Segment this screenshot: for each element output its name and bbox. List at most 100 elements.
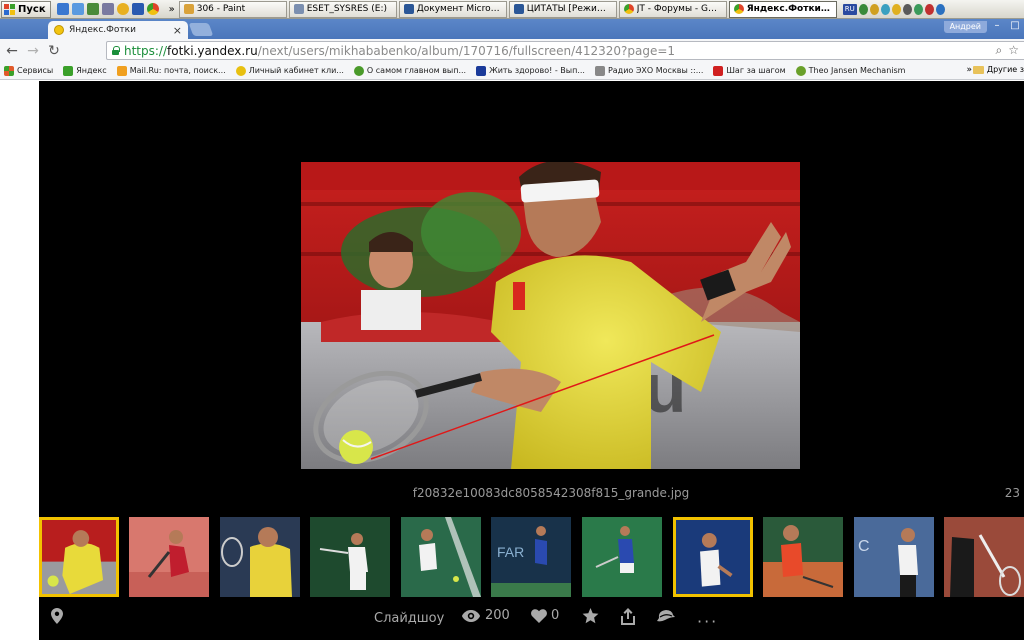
thumbnail[interactable] [401, 517, 481, 597]
bookmark-health-show[interactable]: О самом главном вып... [353, 65, 466, 76]
chrome-icon[interactable] [146, 3, 159, 15]
thumbnail-image: C [854, 517, 934, 597]
tray-icon-5[interactable] [902, 3, 912, 15]
forward-arrow-icon[interactable]: → [24, 43, 42, 59]
lock-icon [111, 46, 120, 55]
profile-button[interactable]: Андрей [943, 21, 987, 33]
thumbnail[interactable] [220, 517, 300, 597]
folder-icon [972, 65, 984, 74]
tray-icon-1[interactable] [858, 3, 868, 15]
bookmark-cabinet[interactable]: Личный кабинет кли... [235, 65, 344, 76]
thumbnail-image [129, 517, 209, 597]
bookmark-step-by-step[interactable]: Шаг за шагом [713, 65, 786, 76]
thumbnail[interactable]: FAR [491, 517, 571, 597]
system-tray: RU [842, 3, 945, 15]
windows-taskbar: Пуск » 306 - Paint ESET_SYSRES (E:) Доку… [0, 0, 1024, 19]
taskbar-item-label: ЦИТАТЫ [Режим огра... [526, 4, 612, 14]
photo-viewer: bu f20832e10083dc8058542308f815_grande.j… [39, 81, 1024, 640]
quick-launch [56, 3, 159, 15]
tray-icon-3[interactable] [880, 3, 890, 15]
bookmark-echo-radio[interactable]: Радио ЭХО Москвы ::... [594, 65, 703, 76]
yandex-icon [63, 65, 74, 76]
windows-flag-icon [4, 3, 15, 15]
like-button[interactable]: 0 [531, 608, 559, 623]
thumbnail[interactable] [944, 517, 1024, 597]
viewer-bottom-bar: Слайдшоу 200 0 ··· [39, 606, 1024, 636]
taskbar-item-paint[interactable]: 306 - Paint [178, 0, 287, 18]
page-left-margin [0, 81, 39, 640]
word-icon [513, 4, 524, 14]
address-bar[interactable]: https:// fotki.yandex.ru /next/users/mik… [106, 41, 1024, 60]
bookmark-yandex[interactable]: Яндекс [63, 65, 107, 76]
bookmark-live-healthy[interactable]: Жить здорово! - Вып... [476, 65, 585, 76]
language-indicator[interactable]: RU [842, 3, 857, 15]
opera-icon[interactable] [116, 3, 129, 15]
tray-icon-2[interactable] [869, 3, 879, 15]
thumbnail-image [944, 517, 1024, 597]
windows-icon[interactable] [131, 3, 144, 15]
views-counter: 200 [462, 608, 510, 623]
taskbar-item-yandex-fotki[interactable]: Яндекс.Фотки - Go... [728, 0, 837, 18]
url-path: /next/users/mikhababenko/album/170716/fu… [257, 43, 676, 58]
reload-icon[interactable]: ↻ [45, 43, 63, 59]
tab-yandex-fotki[interactable]: Яндекс.Фотки × [48, 21, 188, 39]
quick-launch-more[interactable]: » [169, 4, 175, 15]
main-photo[interactable]: bu [301, 162, 800, 469]
bookmark-star-icon[interactable]: ☆ [1008, 43, 1019, 58]
taskbar-item-quotes-doc[interactable]: ЦИТАТЫ [Режим огра... [508, 0, 617, 18]
yandex-favicon-icon [54, 25, 64, 35]
thumbnail-image: FAR [491, 517, 571, 597]
gear-icon [795, 65, 806, 76]
other-bookmarks-folder[interactable]: Другие з [972, 65, 1024, 74]
back-arrow-icon[interactable]: ← [3, 43, 21, 59]
thumbnail-selected[interactable] [39, 517, 119, 597]
maximize-button[interactable]: □ [1006, 19, 1024, 34]
browser-icon[interactable] [71, 3, 84, 15]
taskbar-item-word-doc[interactable]: Документ Microsoft O... [398, 0, 507, 18]
share-icon[interactable] [621, 608, 635, 625]
bookmark-mailru[interactable]: Mail.Ru: почта, поиск... [116, 65, 226, 76]
omnibox-actions: ⌕ ☆ [996, 43, 1020, 58]
tray-icon-8[interactable] [935, 3, 945, 15]
thumbnail[interactable] [582, 517, 662, 597]
heart-icon [531, 608, 547, 623]
thumbnail-image [42, 520, 116, 594]
photo-filename: f20832e10083dc8058542308f815_grande.jpg [412, 486, 690, 500]
thumbnail-highlighted[interactable] [673, 517, 753, 597]
tray-icon-6[interactable] [913, 3, 923, 15]
bookmarks-more-button[interactable]: » [966, 65, 972, 75]
hat-icon[interactable] [656, 608, 676, 624]
thumbnail[interactable] [763, 517, 843, 597]
apps-grid-icon [4, 65, 14, 76]
thumbnail[interactable]: C [854, 517, 934, 597]
thumbnail[interactable] [310, 517, 390, 597]
thumbnail-strip: FAR C [39, 517, 1024, 597]
new-tab-button[interactable] [188, 23, 214, 36]
taskbar-item-eset[interactable]: ESET_SYSRES (E:) [288, 0, 397, 18]
bookmark-theo-jansen[interactable]: Theo Jansen Mechanism [795, 65, 905, 76]
more-options-icon[interactable]: ··· [697, 612, 718, 631]
map-pin-icon[interactable] [51, 608, 63, 624]
browser-tab-strip: Яндекс.Фотки × Андрей – □ [0, 19, 1024, 39]
tab-close-icon[interactable]: × [173, 24, 182, 37]
thumbnail[interactable] [129, 517, 209, 597]
minimize-button[interactable]: – [988, 19, 1006, 34]
zoom-icon[interactable]: ⌕ [996, 43, 1003, 58]
paint-icon [183, 4, 194, 14]
word-icon [403, 4, 414, 14]
start-button[interactable]: Пуск [1, 0, 51, 18]
bee-icon [235, 65, 246, 76]
explorer-icon[interactable] [86, 3, 99, 15]
ie-icon[interactable] [56, 3, 69, 15]
leaf-icon [353, 65, 364, 76]
media-icon[interactable] [101, 3, 114, 15]
tray-icon-4[interactable] [891, 3, 901, 15]
taskbar-item-jt-forums[interactable]: JT - Форумы - Google ... [618, 0, 727, 18]
tray-icon-7[interactable] [924, 3, 934, 15]
slideshow-button[interactable]: Слайдшоу [374, 611, 444, 626]
mailru-icon [116, 65, 127, 76]
star-icon[interactable] [582, 608, 599, 624]
bookmark-services[interactable]: Сервисы [4, 65, 53, 76]
taskbar-item-label: JT - Форумы - Google ... [636, 4, 722, 14]
thumbnail-image [582, 517, 662, 597]
